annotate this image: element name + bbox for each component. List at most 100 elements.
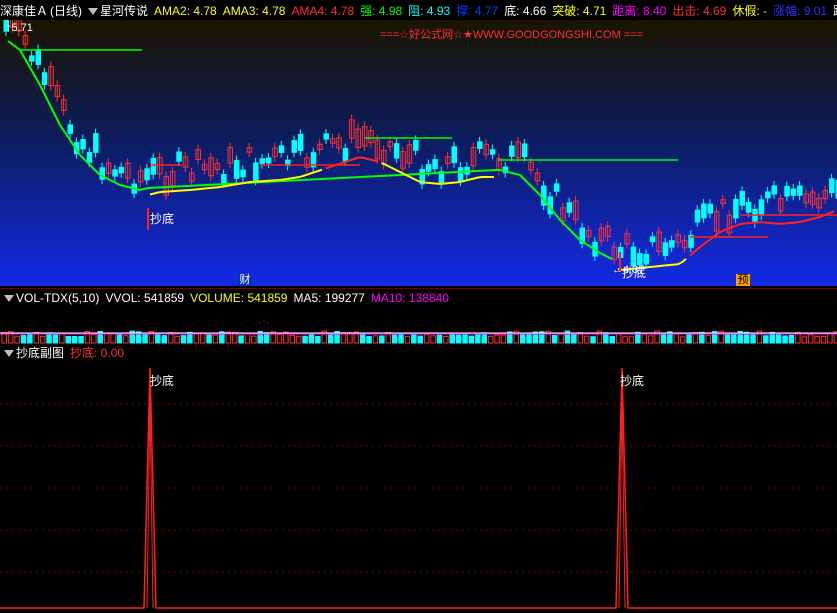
candle-body [67,124,73,134]
indicator-item: 距离: 8.40 [612,4,667,18]
candle-body [771,185,777,195]
volume-bar [782,335,788,344]
candle-body [93,133,99,153]
sub-signal-line [0,367,837,609]
volume-bar [628,336,635,344]
sub-indicator-name[interactable]: 抄底副图 [16,346,64,360]
volume-bar [814,335,820,344]
indicator-values: AMA2: 4.78 AMA3: 4.78 AMA4: 4.78 强: 4.98 阻: … [154,4,837,18]
marker-cai[interactable]: 财 [238,274,252,286]
volume-bar [801,336,807,344]
candle-body [509,145,515,157]
indicator-item: 跌幅 [833,4,837,18]
marker-yu[interactable]: 预 [736,274,750,286]
volume-bar [423,333,430,344]
indicator-item: 强: 4.98 [360,4,403,18]
candle-body [797,185,803,196]
vvol-value: VVOL: 541859 [105,291,185,305]
volume-bar [583,335,590,344]
volume-bar [731,333,737,344]
candle-body [745,201,752,213]
candle-body [649,236,656,243]
candle-body [291,140,297,153]
candle-body [669,240,675,248]
dropdown-triangle-icon[interactable] [4,295,14,303]
indicator-item: 撑: 4.77 [456,4,499,18]
candle-body [176,151,182,162]
volume-bar [500,334,507,344]
volume-bar [206,334,212,344]
candle-body [259,158,265,165]
candle-body [240,169,246,178]
trend-line-yellow [149,162,687,271]
volume-bar [411,333,417,344]
volume-bar [91,334,97,344]
volume-bar [788,334,795,344]
candle-body [553,183,560,192]
volume-bar [622,336,628,344]
candle-body [566,202,573,213]
candle-body [41,72,48,86]
candle-body [393,143,400,159]
volume-bar [724,333,731,344]
volume-bar [519,332,526,344]
indicator-item: 涨幅: 9.01 [773,4,828,18]
candle-body [265,157,272,164]
volume-bar [455,334,462,344]
candle-body [35,49,41,65]
volume-bar [679,336,686,344]
volume-bar [660,334,667,344]
candle-body [489,149,496,155]
stock-name[interactable]: 深康佳Ａ [0,4,48,18]
volume-bar [404,335,411,344]
volume-bar [142,334,148,344]
indicator-item: AMA3: 4.78 [222,4,286,18]
candle-body [784,185,790,197]
volume-bar [494,334,500,344]
dropdown-triangle-icon[interactable] [88,8,99,16]
volume-bar [116,334,123,344]
volume-bar [558,333,564,344]
volume-bar [807,334,814,344]
volume-bar [103,333,110,344]
volume-bar [449,332,455,344]
candle-body [253,162,259,181]
dropdown-triangle-icon[interactable] [4,350,14,358]
volume-bar [590,336,596,344]
sub-chart[interactable] [0,362,837,612]
main-chart-area[interactable]: ===☆好公式网☆★WWW.GOODGONGSHI.COM === ↑5.71 … [0,20,837,286]
candle-body [643,253,649,265]
volume-bar [366,335,372,344]
sub-chart-header: 抄底副图 抄底: 0.00 [0,344,837,362]
volume-bar [161,335,167,344]
candle-body [790,188,797,196]
indicator-item: AMA4: 4.78 [291,4,355,18]
candle-body [112,169,118,177]
formula-name[interactable]: 星河传说 [100,4,148,18]
candle-body [86,152,93,163]
volume-chart[interactable] [0,307,837,345]
candle-body [29,55,35,62]
candle-body [707,203,713,214]
volume-bar [327,334,334,344]
volume-header: VOL-TDX(5,10) VVOL: 541859 VOLUME: 541859 M… [0,289,837,307]
volume-bar [193,333,199,344]
volume-bar [65,335,71,344]
volume-bar [20,334,27,344]
candle-body [701,203,707,219]
ma5-value: MA5: 199277 [293,291,365,305]
volume-bar [647,335,654,344]
volume-bar [308,332,315,344]
candle-body [457,167,464,182]
candle-body [477,141,483,149]
volume-bar [436,334,443,344]
volume-bar [686,333,692,344]
volume-bar [615,333,622,344]
volume-bar [276,333,283,344]
vol-indicator-name[interactable]: VOL-TDX(5,10) [16,291,99,305]
main-chart-svg[interactable] [0,20,837,286]
volume-bar [155,332,161,344]
candle-body [425,164,432,172]
period-label[interactable]: (日线) [50,4,82,18]
candle-body [733,198,739,219]
